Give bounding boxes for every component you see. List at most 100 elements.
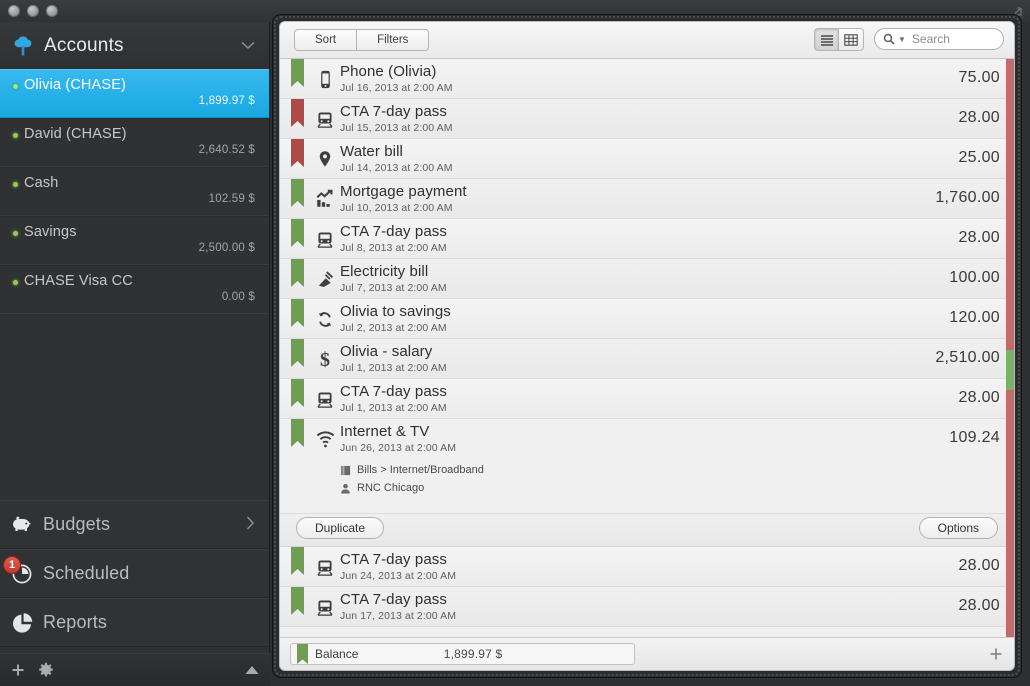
transaction-date: Jul 16, 2013 at 2:00 AM (340, 82, 453, 94)
balance-value: 1,899.97 $ (443, 647, 503, 661)
sidebar-item-account[interactable]: Cash 102.59 $ (0, 167, 269, 216)
phone-icon (314, 67, 336, 91)
table-row-expanded[interactable]: Internet & TV Jun 26, 2013 at 2:00 AM 10… (280, 419, 1014, 514)
transaction-name: Electricity bill (340, 263, 429, 280)
transaction-amount: 1,760.00 (935, 189, 1000, 206)
transaction-date: Jul 1, 2013 at 2:00 AM (340, 402, 447, 414)
flag-green-icon (291, 379, 304, 407)
balance-indicator-strip (1006, 59, 1014, 637)
sidebar-item-budgets[interactable]: Budgets (0, 500, 269, 549)
add-account-button[interactable] (10, 662, 26, 678)
table-row[interactable]: $ Olivia - salary Jul 1, 2013 at 2:00 AM… (280, 339, 1014, 379)
triangle-up-icon[interactable] (244, 664, 260, 676)
flag-green-icon (291, 339, 304, 367)
person-icon (340, 483, 351, 494)
transaction-amount: 100.00 (949, 269, 1000, 286)
account-status-dot (13, 84, 18, 89)
search-input[interactable]: ▼ Search (874, 28, 1004, 50)
transaction-date: Jul 14, 2013 at 2:00 AM (340, 162, 453, 174)
sidebar: Accounts Olivia (CHASE) 1,899.97 $ David… (0, 22, 270, 686)
add-transaction-button[interactable] (988, 646, 1004, 662)
caret-down-icon[interactable]: ▼ (898, 35, 906, 44)
sidebar-item-account[interactable]: CHASE Visa CC 0.00 $ (0, 265, 269, 314)
sidebar-item-account[interactable]: David (CHASE) 2,640.52 $ (0, 118, 269, 167)
account-status-dot (13, 182, 18, 187)
table-row[interactable]: CTA 7-day pass Jun 17, 2013 at 2:00 AM 2… (280, 587, 1014, 627)
list-view-icon[interactable] (814, 28, 839, 51)
transaction-date: Jun 26, 2013 at 2:00 AM (340, 442, 457, 454)
view-toggle-segment (814, 28, 864, 51)
account-name: Savings (24, 224, 77, 240)
table-row[interactable]: Electricity bill Jul 7, 2013 at 2:00 AM … (280, 259, 1014, 299)
balance-label: Balance (315, 647, 359, 661)
grid-view-icon[interactable] (839, 28, 864, 51)
account-balance: 2,640.52 $ (198, 144, 255, 156)
transaction-amount: 28.00 (958, 229, 1000, 246)
window-minimize-button[interactable] (27, 5, 39, 17)
sidebar-nav-label: Reports (43, 612, 108, 632)
window-close-button[interactable] (8, 5, 20, 17)
account-balance: 0.00 $ (221, 291, 255, 303)
plug-icon (314, 267, 336, 291)
table-row[interactable]: Water bill Jul 14, 2013 at 2:00 AM 25.00 (280, 139, 1014, 179)
transaction-name: Olivia - salary (340, 343, 433, 360)
train-icon (314, 555, 336, 579)
transaction-date: Jul 15, 2013 at 2:00 AM (340, 122, 453, 134)
account-balance: 102.59 $ (208, 193, 255, 205)
account-name: Olivia (CHASE) (24, 77, 126, 93)
sort-filter-segment: Sort Filters (294, 29, 430, 51)
wifi-icon (314, 427, 336, 451)
chevron-right-icon[interactable] (246, 516, 255, 533)
transaction-amount: 28.00 (958, 389, 1000, 406)
transaction-date: Jul 8, 2013 at 2:00 AM (340, 242, 447, 254)
table-row[interactable]: CTA 7-day pass Jul 15, 2013 at 2:00 AM 2… (280, 99, 1014, 139)
transaction-date: Jul 1, 2013 at 2:00 AM (340, 362, 447, 374)
duplicate-button[interactable]: Duplicate (296, 517, 385, 539)
transaction-date: Jul 10, 2013 at 2:00 AM (340, 202, 453, 214)
options-button[interactable]: Options (918, 517, 998, 539)
gear-icon[interactable] (38, 662, 54, 678)
sidebar-item-account[interactable]: Olivia (CHASE) 1,899.97 $ (0, 69, 269, 118)
transaction-name: CTA 7-day pass (340, 383, 448, 400)
transaction-amount: 28.00 (958, 109, 1000, 126)
flag-green-icon (291, 59, 304, 87)
panel-statusbar: Balance 1,899.97 $ (280, 637, 1014, 670)
window-zoom-button[interactable] (46, 5, 58, 17)
transaction-amount: 75.00 (958, 69, 1000, 86)
transactions-list[interactable]: Phone (Olivia) Jul 16, 2013 at 2:00 AM 7… (280, 59, 1014, 637)
chevron-down-icon[interactable] (241, 38, 255, 53)
sort-button[interactable]: Sort (294, 29, 358, 51)
transaction-amount: 28.00 (958, 557, 1000, 574)
scheduled-badge: 1 (3, 556, 21, 574)
sidebar-item-reports[interactable]: Reports (0, 598, 269, 647)
table-row[interactable]: Olivia to savings Jul 2, 2013 at 2:00 AM… (280, 299, 1014, 339)
table-row[interactable]: CTA 7-day pass Jun 24, 2013 at 2:00 AM 2… (280, 547, 1014, 587)
transaction-amount: 2,510.00 (935, 349, 1000, 366)
flag-green-icon (291, 259, 304, 287)
account-status-dot (13, 231, 18, 236)
piggy-bank-icon (10, 513, 36, 537)
tree-icon (10, 33, 36, 59)
transaction-name: Phone (Olivia) (340, 63, 437, 80)
table-row[interactable]: Mortgage payment Jul 10, 2013 at 2:00 AM… (280, 179, 1014, 219)
sidebar-nav-label: Budgets (43, 514, 111, 534)
search-placeholder: Search (911, 32, 950, 46)
flag-green-icon (291, 179, 304, 207)
transactions-panel: Sort Filters ▼ Search Phone (Olivia) Jul… (280, 22, 1014, 670)
sidebar-item-account[interactable]: Savings 2,500.00 $ (0, 216, 269, 265)
table-row[interactable]: Phone (Olivia) Jul 16, 2013 at 2:00 AM 7… (280, 59, 1014, 99)
transaction-date: Jun 17, 2013 at 2:00 AM (340, 610, 457, 622)
sidebar-header[interactable]: Accounts (0, 22, 269, 69)
transaction-name: CTA 7-day pass (340, 591, 448, 608)
sidebar-item-scheduled[interactable]: 1 Scheduled (0, 549, 269, 598)
filters-button[interactable]: Filters (357, 29, 430, 51)
flag-red-icon (291, 99, 304, 127)
account-status-dot (13, 133, 18, 138)
transaction-amount: 120.00 (949, 309, 1000, 326)
balance-summary[interactable]: Balance 1,899.97 $ (290, 643, 635, 665)
chart-icon (314, 187, 336, 211)
flag-green-icon (291, 219, 304, 247)
table-row[interactable]: CTA 7-day pass Jul 1, 2013 at 2:00 AM 28… (280, 379, 1014, 419)
table-row[interactable]: CTA 7-day pass Jul 8, 2013 at 2:00 AM 28… (280, 219, 1014, 259)
account-name: Cash (24, 175, 59, 191)
